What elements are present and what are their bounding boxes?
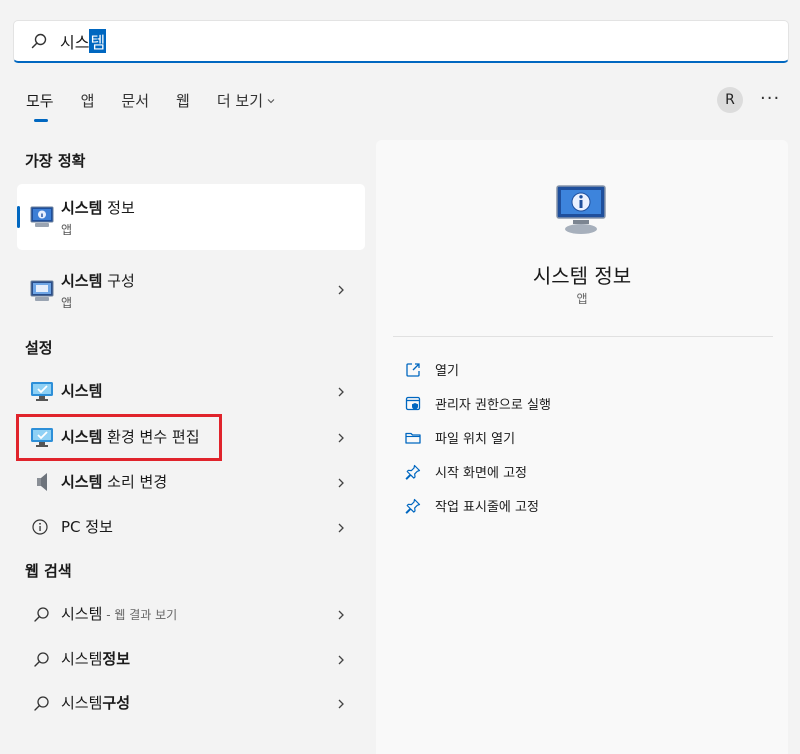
settings-name-bold: 시스템	[61, 428, 103, 446]
web-query-plain: 시스템	[61, 694, 103, 712]
pin-icon	[405, 498, 421, 514]
settings-item-system[interactable]: 시스템	[17, 370, 365, 412]
chevron-right-icon	[338, 433, 344, 443]
action-pin-to-start[interactable]: 시작 화면에 고정	[404, 462, 527, 481]
web-result-item[interactable]: 시스템구성	[17, 682, 365, 724]
search-icon	[34, 696, 49, 711]
settings-name-bold: 시스템	[61, 473, 103, 491]
search-icon	[34, 607, 49, 622]
chevron-right-icon	[338, 285, 344, 295]
result-name-rest: 구성	[102, 272, 135, 290]
web-query-bold: 구성	[102, 694, 131, 712]
action-label: 관리자 권한으로 실행	[435, 398, 551, 413]
web-result-item[interactable]: 시스템정보	[17, 638, 365, 680]
tab-documents[interactable]: 문서	[121, 90, 149, 111]
tab-all[interactable]: 모두	[26, 90, 54, 122]
best-match-name-rest: 정보	[102, 199, 135, 217]
chevron-down-icon	[267, 98, 275, 103]
action-open[interactable]: 열기	[404, 360, 459, 379]
monitor-settings-icon	[31, 382, 53, 401]
action-pin-to-taskbar[interactable]: 작업 표시줄에 고정	[404, 496, 539, 515]
tab-apps[interactable]: 앱	[81, 90, 95, 111]
action-label: 시작 화면에 고정	[435, 466, 527, 481]
tab-web[interactable]: 웹	[176, 90, 190, 111]
best-match-type: 앱	[61, 223, 73, 237]
chevron-right-icon	[338, 387, 344, 397]
chevron-right-icon	[338, 523, 344, 533]
chevron-right-icon	[338, 478, 344, 488]
section-web-search: 웹 검색	[25, 562, 72, 580]
monitor-settings-icon	[31, 428, 53, 447]
settings-item-text: 시스템 환경 변수 편집	[61, 426, 200, 447]
best-match-name-bold: 시스템	[61, 199, 103, 217]
result-type: 앱	[61, 296, 73, 310]
open-external-icon	[406, 362, 420, 377]
action-run-as-admin[interactable]: 관리자 권한으로 실행	[404, 394, 551, 413]
web-query-plain: 시스템	[61, 650, 103, 668]
settings-item-pc-info[interactable]: PC 정보	[17, 506, 365, 548]
filter-tabs: 모두 앱 문서 웹 더 보기	[26, 90, 303, 122]
settings-item-text: PC 정보	[61, 516, 113, 537]
more-options-button[interactable]: ···	[760, 88, 780, 109]
detail-subtitle: 앱	[576, 292, 588, 306]
settings-name-rest: 환경 변수 편집	[102, 428, 200, 446]
user-avatar[interactable]: R	[717, 87, 743, 113]
search-icon	[31, 33, 47, 49]
chevron-right-icon	[338, 699, 344, 709]
folder-icon	[405, 432, 421, 444]
settings-item-text: 시스템 소리 변경	[61, 471, 167, 492]
detail-title: 시스템 정보	[532, 264, 632, 288]
search-input[interactable]: 시스 템	[60, 29, 107, 53]
settings-item-env-vars[interactable]: 시스템 환경 변수 편집	[17, 416, 365, 458]
tab-more[interactable]: 더 보기	[217, 90, 276, 111]
divider	[393, 336, 773, 337]
run-as-admin-icon	[405, 396, 421, 410]
action-open-file-location[interactable]: 파일 위치 열기	[404, 428, 515, 447]
pin-icon	[405, 464, 421, 480]
system-info-icon	[30, 206, 54, 227]
detail-panel: 시스템 정보 앱 열기 관리자 권한으로 실행 파일 위치 열기 시작 화면에 …	[376, 140, 788, 754]
settings-name-rest: PC 정보	[61, 518, 113, 536]
web-query-plain: 시스템	[61, 605, 103, 623]
web-result-item[interactable]: 시스템 - 웹 결과 보기	[17, 593, 365, 635]
section-best-match: 가장 정확	[25, 152, 86, 170]
web-result-text: 시스템정보	[61, 648, 130, 669]
search-query-text: 시스	[60, 33, 90, 52]
web-query-suffix: - 웹 결과 보기	[102, 608, 178, 622]
settings-item-text: 시스템	[61, 380, 102, 401]
search-icon	[34, 652, 49, 667]
result-item-system-config[interactable]: 시스템 구성 앱	[17, 258, 365, 322]
result-name-bold: 시스템	[61, 272, 103, 290]
web-result-text: 시스템구성	[61, 692, 130, 713]
settings-name-rest: 소리 변경	[102, 473, 168, 491]
action-label: 작업 표시줄에 고정	[435, 500, 539, 515]
action-label: 파일 위치 열기	[435, 432, 516, 447]
speaker-icon	[37, 473, 47, 491]
tab-more-label: 더 보기	[216, 92, 264, 110]
search-box[interactable]: 시스 템	[13, 20, 789, 63]
web-query-bold: 정보	[102, 650, 131, 668]
chevron-right-icon	[338, 610, 344, 620]
section-settings: 설정	[25, 339, 53, 357]
system-config-icon	[30, 280, 54, 301]
best-match-text: 시스템 정보 앱	[61, 197, 135, 238]
settings-name-bold: 시스템	[61, 382, 103, 400]
settings-item-sound[interactable]: 시스템 소리 변경	[17, 461, 365, 503]
best-match-item[interactable]: 시스템 정보 앱	[17, 184, 365, 250]
result-text: 시스템 구성 앱	[61, 270, 135, 311]
search-query-selection: 템	[89, 29, 107, 53]
chevron-right-icon	[338, 655, 344, 665]
web-result-text: 시스템 - 웹 결과 보기	[61, 603, 177, 624]
action-label: 열기	[435, 364, 459, 379]
info-icon	[32, 519, 48, 535]
system-info-large-icon	[556, 185, 606, 234]
